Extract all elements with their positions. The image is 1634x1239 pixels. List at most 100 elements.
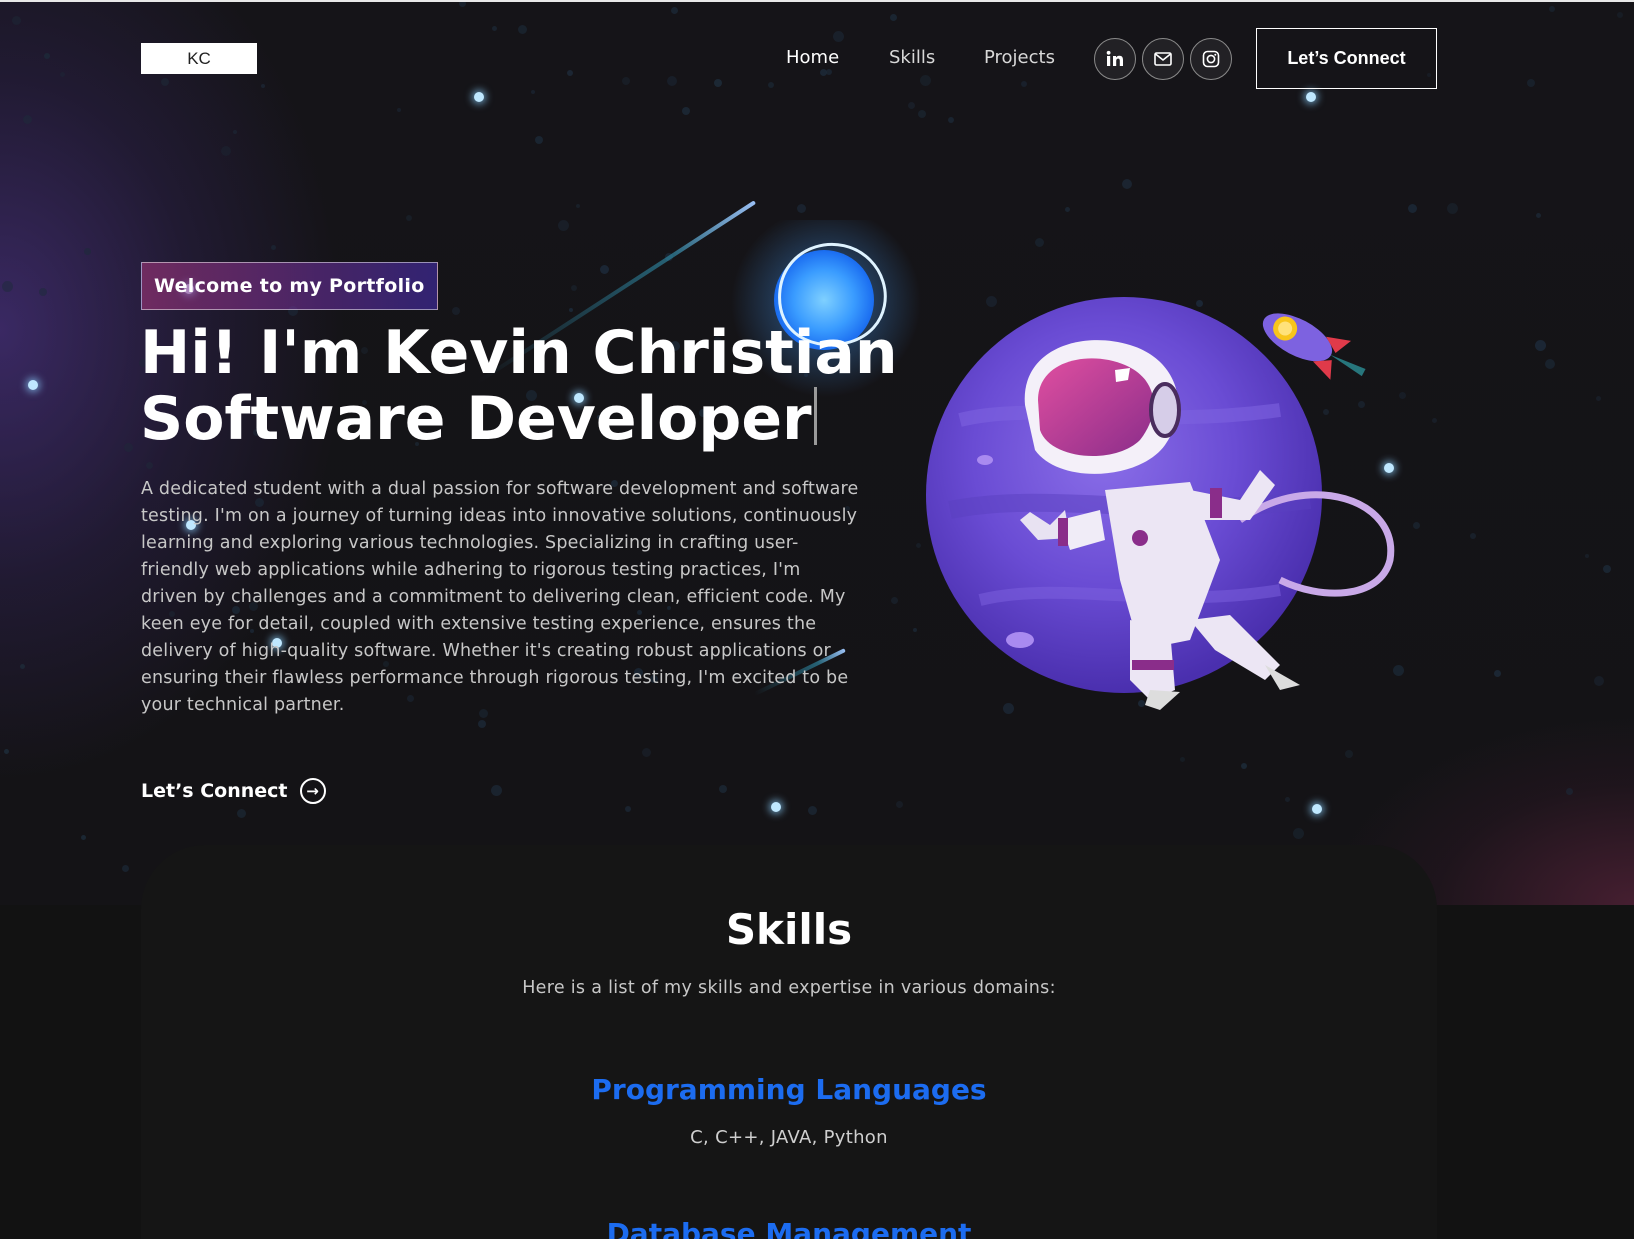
star [1535, 340, 1546, 351]
star [808, 806, 817, 815]
bright-star [474, 92, 484, 102]
star [1241, 763, 1247, 769]
star [492, 26, 497, 31]
star [1122, 179, 1132, 189]
lets-connect-hero-button[interactable]: Let’s Connect → [141, 778, 326, 804]
bright-star [28, 380, 38, 390]
star [1594, 676, 1604, 686]
nav-link-home[interactable]: Home [786, 47, 839, 68]
star [531, 90, 535, 94]
star [833, 31, 844, 42]
typing-cursor [813, 387, 817, 445]
star [2, 281, 13, 292]
star [271, 245, 276, 250]
star [261, 84, 265, 88]
star [671, 7, 678, 14]
star [1603, 565, 1611, 573]
star [1596, 396, 1601, 401]
instagram-icon [1202, 50, 1220, 68]
star [622, 77, 630, 85]
bright-star [1306, 92, 1316, 102]
star [569, 308, 573, 312]
hero-intro-text: A dedicated student with a dual passion … [141, 479, 859, 715]
star [1566, 788, 1573, 795]
skill-category-items: C, C++, JAVA, Python [690, 1127, 888, 1148]
arrow-right-circle-icon: → [299, 778, 326, 804]
linkedin-button[interactable] [1094, 38, 1136, 80]
headline-role: Software Developer [140, 384, 812, 454]
lets-connect-nav-button[interactable]: Let’s Connect [1256, 28, 1437, 89]
star [81, 835, 86, 840]
nav-link-skills[interactable]: Skills [889, 47, 935, 68]
star [918, 110, 926, 118]
star [1536, 213, 1541, 218]
star [1470, 533, 1476, 539]
star [39, 288, 47, 296]
star [1585, 554, 1589, 558]
star [518, 25, 527, 34]
star [161, 78, 169, 86]
welcome-tagline: Welcome to my Portfolio [141, 262, 438, 310]
instagram-button[interactable] [1190, 38, 1232, 80]
star [558, 220, 569, 231]
star [1065, 207, 1070, 212]
star [600, 265, 609, 274]
star [60, 72, 65, 77]
star [890, 14, 897, 21]
star [714, 79, 722, 87]
star [20, 664, 25, 669]
star [4, 749, 9, 754]
linkedin-icon [1106, 50, 1123, 66]
star [491, 785, 502, 796]
star [625, 806, 631, 812]
star [797, 204, 806, 213]
star [948, 117, 954, 123]
mail-button[interactable] [1142, 38, 1184, 80]
star [567, 70, 573, 76]
star [535, 136, 543, 144]
hero-cta-label: Let’s Connect [141, 780, 288, 802]
skills-heading: Skills [725, 905, 853, 954]
skill-category-title: Database Management [606, 1217, 972, 1239]
star [146, 462, 153, 469]
nav-link-projects[interactable]: Projects [984, 47, 1055, 68]
star [1527, 79, 1535, 87]
site-logo[interactable]: KC [141, 43, 257, 74]
star [478, 720, 486, 728]
star [84, 248, 91, 255]
star [44, 53, 50, 59]
star [124, 443, 133, 452]
star [452, 307, 460, 315]
star [12, 16, 21, 25]
star [406, 215, 412, 221]
star [237, 809, 246, 818]
star [682, 107, 690, 115]
star [1447, 203, 1458, 214]
hero-headline: Hi! I'm Kevin Christian Software Develop… [140, 320, 898, 452]
mail-icon [1154, 52, 1172, 66]
star [768, 82, 774, 88]
star [667, 76, 677, 86]
star [1617, 12, 1623, 18]
star [571, 285, 577, 291]
star [221, 146, 231, 156]
skills-section: Skills Here is a list of my skills and e… [141, 845, 1437, 1239]
star [23, 115, 32, 124]
headline-name: Hi! I'm Kevin Christian [140, 318, 898, 388]
window-top-edge [0, 0, 1634, 2]
skills-subtitle: Here is a list of my skills and expertis… [522, 978, 1056, 998]
star [908, 102, 915, 109]
star [896, 801, 903, 808]
star [642, 748, 651, 757]
star [1021, 81, 1027, 87]
star [397, 108, 401, 112]
star [1549, 6, 1555, 12]
star [826, 69, 832, 75]
star [1408, 204, 1417, 213]
bright-star [771, 802, 781, 812]
star [719, 785, 727, 793]
star [1494, 670, 1501, 677]
star [576, 204, 580, 208]
star [1285, 797, 1290, 802]
star [1293, 828, 1304, 839]
